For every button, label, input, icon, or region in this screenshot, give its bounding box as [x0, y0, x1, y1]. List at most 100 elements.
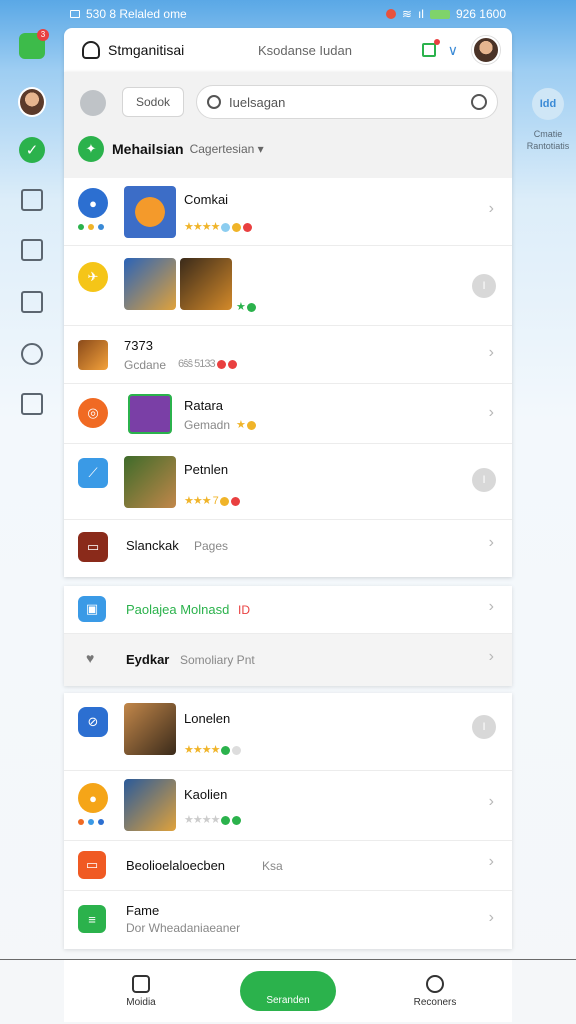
search-submit-icon[interactable]: [471, 94, 487, 110]
right-card-icon: Idd: [532, 88, 564, 120]
nav-left-label: Moidia: [126, 996, 156, 1008]
avatar: [18, 87, 46, 117]
top-title: Stmganitisai: [108, 42, 185, 58]
photo-icon: ▣: [78, 596, 106, 622]
orange-swirl-icon: ◎: [78, 398, 108, 428]
status-dots: [78, 819, 104, 825]
item-title: Lonelen: [184, 711, 231, 726]
slides-icon: ▭: [78, 532, 108, 562]
notification-icon: [385, 9, 396, 19]
rail-document[interactable]: [18, 236, 46, 264]
rating-stars: ★: [236, 418, 256, 431]
rating-stars: ★★★ 7: [184, 494, 240, 507]
screenshot-icon: [70, 10, 80, 18]
list-icon: ≡: [78, 905, 106, 933]
chevron-right-icon: ›: [488, 909, 494, 926]
edit-box-icon: [21, 291, 43, 313]
search-icon: [207, 95, 221, 109]
rail-check[interactable]: ✓: [18, 136, 46, 164]
compass-icon: ⟋: [78, 458, 108, 488]
item-title: Petnlen: [184, 462, 229, 477]
chevron-down-icon[interactable]: ∨: [448, 42, 458, 59]
item-title: Kaolien: [184, 787, 228, 802]
user-icon[interactable]: [82, 41, 100, 59]
list-item[interactable]: 7373 Gcdane 6ŝŝ 5133 ›: [64, 326, 512, 384]
steam-icon: ⊘: [78, 707, 108, 737]
app-logo-badge: 3: [37, 29, 49, 41]
nav-left[interactable]: Moidia: [86, 974, 196, 1008]
check-icon: ✓: [19, 137, 45, 163]
orange-app-icon: ●: [78, 783, 108, 813]
chevron-right-icon: ›: [488, 648, 494, 665]
filter-chip[interactable]: Sodok: [122, 87, 184, 117]
search-input[interactable]: Iuelsagan: [196, 85, 498, 119]
nav-center[interactable]: Seranden: [240, 971, 336, 1011]
section-title: Mehailsian: [112, 141, 184, 157]
rail-edit[interactable]: [18, 288, 46, 316]
shield-icon: [280, 977, 296, 993]
list-item[interactable]: ◎ Ratara Gemadn ★ ›: [64, 384, 512, 444]
list-item[interactable]: ✈ ★ I: [64, 246, 512, 326]
game-thumbnail: [128, 394, 172, 434]
section-dropdown[interactable]: Cagertesian ▾: [190, 142, 264, 156]
rail-image[interactable]: [18, 390, 46, 418]
rail-avatar[interactable]: [18, 87, 46, 117]
status-right-text: 926 1600: [455, 7, 506, 21]
rail-puzzle[interactable]: [18, 340, 46, 368]
top-actions: ∨: [421, 39, 458, 59]
list-item[interactable]: ▭ Slanckak Pages ›: [64, 520, 512, 572]
top-bar: Stmganitisai Ksodanse Iudan ∨: [64, 28, 512, 72]
rating-stars: ★★★★: [184, 220, 253, 233]
main-panel: Sodok Iuelsagan ✦ Mehailsian Cagertesian…: [64, 72, 512, 577]
status-left: 530 8 Relaled ome: [70, 7, 187, 21]
list-item[interactable]: ♥ Eydkar Somoliary Pnt ›: [64, 634, 512, 686]
status-left-text: 530 8 Relaled ome: [86, 7, 187, 21]
status-right: ≋ ıl 926 1600: [385, 7, 506, 21]
wifi-icon: ≋: [401, 7, 412, 21]
item-title: Fame: [126, 903, 160, 918]
panel-head: Sodok Iuelsagan ✦ Mehailsian Cagertesian…: [64, 72, 512, 178]
section-title-row[interactable]: ✦ Mehailsian Cagertesian ▾: [78, 136, 264, 162]
list-item[interactable]: ⟋ Petnlen ★★★ 7 I: [64, 444, 512, 520]
item-subtitle: Gcdane: [124, 358, 167, 372]
battery-icon: [429, 9, 450, 19]
nav-right[interactable]: Reconers: [380, 974, 490, 1008]
recovery-icon: [426, 974, 444, 993]
app-logo[interactable]: 3: [18, 29, 49, 60]
game-thumbnail: [124, 779, 176, 831]
status-bar: 530 8 Relaled ome ≋ ıl 926 1600: [0, 0, 576, 28]
rating-stars: ★: [236, 300, 256, 313]
list-item[interactable]: ● Kaolien ★★★★ ›: [64, 771, 512, 841]
blue-globe-icon: ●: [78, 188, 108, 218]
chevron-right-icon: ›: [488, 404, 494, 421]
compose-icon[interactable]: [421, 39, 440, 57]
list-item[interactable]: ● Comkai ★★★★ ›: [64, 178, 512, 246]
rail-columns[interactable]: [18, 186, 46, 214]
left-rail: 3 ✓: [0, 29, 64, 450]
right-card-label-1: Cmatie: [533, 129, 563, 139]
list-item[interactable]: ▣ Paolajea Molnasd ID ›: [64, 586, 512, 634]
media-icon: [132, 974, 150, 993]
search-text: Iuelsagan: [229, 94, 286, 110]
bottom-nav: Moidia Seranden Reconers: [64, 960, 512, 1022]
chevron-right-icon: ›: [488, 793, 494, 810]
item-title: Paolajea Molnasd: [126, 602, 230, 617]
item-title: 7373: [124, 338, 153, 353]
right-card[interactable]: Idd Cmatie Rantotiatis: [520, 88, 576, 152]
game-thumbnail: [124, 703, 176, 755]
item-subtitle: Ksa: [262, 859, 283, 873]
list-item[interactable]: ⊘ Lonelen ★★★★ I: [64, 693, 512, 771]
info-badge[interactable]: I: [472, 715, 496, 739]
status-dots: [78, 224, 104, 230]
profile-placeholder-icon[interactable]: [80, 90, 106, 116]
chevron-right-icon: ›: [488, 853, 494, 870]
columns-icon: [21, 189, 43, 211]
info-badge[interactable]: I: [472, 274, 496, 298]
nav-right-label: Reconers: [413, 996, 457, 1008]
list-item[interactable]: ▭ Beolioelaloecben Ksa ›: [64, 841, 512, 891]
info-badge[interactable]: I: [472, 468, 496, 492]
list-item[interactable]: ≡ Fame Dor Wheadaniaeaner ›: [64, 891, 512, 949]
top-avatar[interactable]: [472, 36, 500, 64]
leaf-icon: ✦: [78, 136, 104, 162]
item-subtitle: Gemadn: [184, 418, 231, 432]
